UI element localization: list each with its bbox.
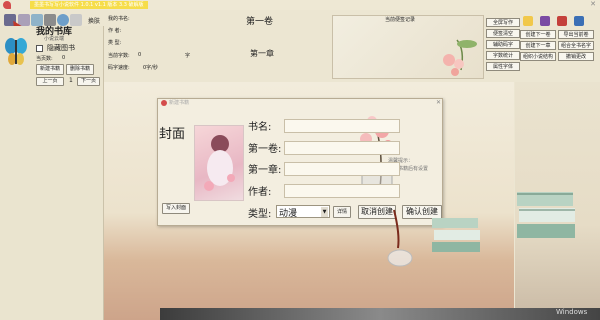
speed-value: 0字/秒: [143, 65, 158, 71]
author-field-label: 作者:: [248, 187, 272, 198]
dialog-logo-icon: [161, 100, 167, 106]
chapter-field-label: 第一章:: [248, 165, 282, 176]
cover-image[interactable]: [194, 125, 244, 201]
new-book-button[interactable]: 新建书籍: [36, 64, 64, 75]
editor-area[interactable]: 第一卷 第一章: [200, 10, 328, 80]
palette-icon[interactable]: [540, 16, 550, 26]
book-name-field-label: 书名:: [248, 122, 272, 133]
type-select[interactable]: 动漫 ▼: [276, 205, 330, 219]
notes-decoration: [437, 30, 483, 78]
word-stat-button[interactable]: 字数统计: [486, 51, 520, 60]
butterfly-icon: [4, 36, 28, 66]
lower-book-stack: [432, 212, 482, 252]
bulb-icon[interactable]: [523, 16, 533, 26]
star-icon[interactable]: [574, 16, 584, 26]
book-name-label: 我的书名:: [108, 16, 130, 22]
sidebar: 我的书库 小说云端 隐藏图书 当页数: 0 新建书籍 删除书籍 上一页 1 下一…: [0, 26, 104, 320]
type-field-label: 类型:: [248, 209, 272, 220]
chevron-down-icon: ▼: [321, 207, 328, 217]
page-count-value: 0: [62, 55, 66, 61]
lower-vase-decoration: [380, 208, 420, 268]
book-names-button[interactable]: 组合全书名字: [558, 41, 594, 50]
notes-title: 当前便签记录: [385, 17, 416, 23]
author-input[interactable]: [284, 184, 400, 198]
word-count-value: 0: [138, 52, 142, 58]
chapter-title: 第一章: [250, 49, 274, 58]
dialog-title: 新建书籍: [169, 100, 190, 106]
cover-label: 封面: [159, 127, 186, 142]
page-count-label: 当页数:: [36, 56, 53, 62]
sidebar-subtitle: 小说云端: [44, 36, 65, 42]
undo-button[interactable]: 撤销更改: [558, 52, 594, 61]
prev-page-button[interactable]: 上一页: [36, 77, 64, 86]
word-unit: 字: [185, 53, 191, 59]
hide-books-checkbox[interactable]: [36, 45, 43, 52]
volume-field-label: 第一卷:: [248, 144, 282, 155]
book-stack-image: [517, 182, 577, 252]
delete-book-button[interactable]: 删除书籍: [66, 64, 94, 75]
chapter-input[interactable]: [284, 162, 400, 176]
book-name-input[interactable]: [284, 119, 400, 133]
volume-title: 第一卷: [246, 17, 274, 27]
dialog-title-bar: 新建书籍 ✕: [158, 99, 442, 107]
novel-structure-button[interactable]: 组织小说结构: [520, 52, 556, 61]
volume-input[interactable]: [284, 141, 400, 155]
create-next-volume-button[interactable]: 创建下一卷: [520, 30, 556, 39]
fullscreen-button[interactable]: 全屏写作: [486, 18, 520, 27]
dialog-close-button[interactable]: ✕: [436, 99, 441, 106]
speed-label: 码字速度:: [108, 65, 130, 71]
right-background-panel: [515, 82, 600, 320]
word-count-label: 当前字数:: [108, 53, 130, 59]
export-volume-button[interactable]: 导出当前卷: [558, 30, 594, 39]
assist-write-button[interactable]: 辅助码字: [486, 40, 520, 49]
hide-books-label: 隐藏图书: [47, 44, 75, 52]
person-icon[interactable]: [557, 16, 567, 26]
write-cover-button[interactable]: 写入封面: [162, 203, 190, 214]
notes-panel[interactable]: 当前便签记录: [332, 15, 484, 79]
windows-watermark: Windows: [556, 308, 588, 316]
font-attr-button[interactable]: 属性字体: [486, 62, 520, 71]
page-number: 1: [69, 77, 73, 84]
details-button[interactable]: 详情: [333, 206, 351, 218]
next-page-button[interactable]: 下一页: [77, 77, 100, 86]
create-next-chapter-button[interactable]: 创建下一章: [520, 41, 556, 50]
notes-clear-button[interactable]: 便签清空: [486, 29, 520, 38]
author-label: 作 者:: [108, 28, 122, 34]
type-label: 类 型:: [108, 40, 122, 46]
type-select-value: 动漫: [279, 209, 298, 219]
taskbar-strip: [160, 308, 600, 320]
